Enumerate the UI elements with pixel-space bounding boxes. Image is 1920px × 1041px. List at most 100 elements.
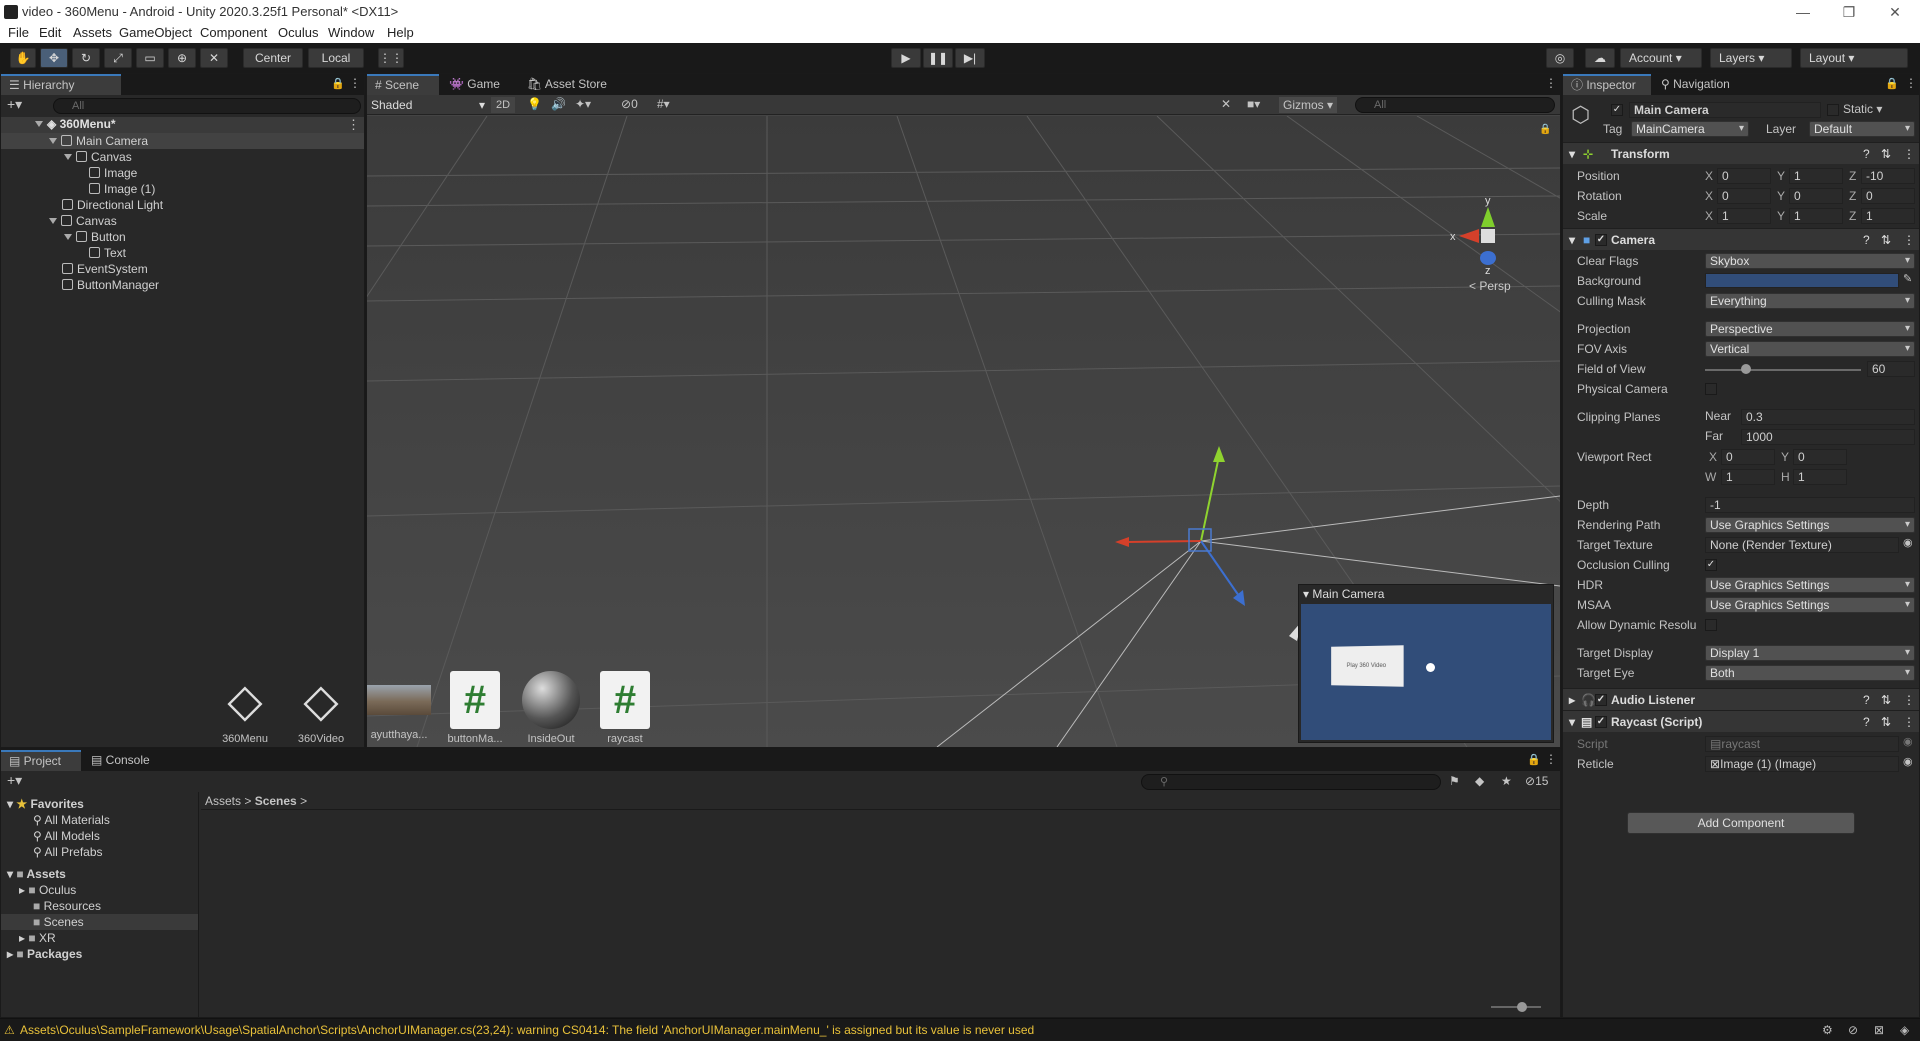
favorite-item[interactable]: ⚲ All Materials	[33, 812, 110, 828]
menu-window[interactable]: Window	[328, 25, 374, 40]
scene-row[interactable]: ◈ 360Menu* ⋮	[1, 117, 364, 133]
camera-header[interactable]: ▾ ■ ✓ Camera ? ⇅ ⋮	[1563, 228, 1919, 250]
maximize-button[interactable]: ❐	[1826, 0, 1872, 24]
x-axis-cone[interactable]	[1459, 229, 1479, 243]
z-axis-cone[interactable]	[1480, 251, 1496, 265]
kebab-menu-icon[interactable]: ⋮	[1545, 752, 1557, 766]
audio-icon[interactable]: 🔊	[551, 97, 566, 111]
folder-item[interactable]: ■ Scenes	[1, 914, 198, 930]
folder-item[interactable]: ▸ ■ XR	[19, 930, 56, 946]
add-component-button[interactable]: Add Component	[1627, 812, 1855, 834]
object-picker-icon[interactable]: ◉	[1903, 536, 1913, 549]
zoom-slider[interactable]	[1491, 1006, 1541, 1008]
hierarchy-item[interactable]: Button	[64, 229, 126, 245]
rect-tool-icon[interactable]: ▭	[136, 48, 164, 68]
step-button[interactable]: ▶|	[955, 48, 985, 68]
tab-project[interactable]: ▤ Project	[1, 750, 81, 771]
fov-axis-dropdown[interactable]: Vertical	[1705, 341, 1915, 357]
fov-field[interactable]: 60	[1867, 361, 1915, 377]
kebab-menu-icon[interactable]: ⋮	[1905, 76, 1917, 90]
asset-item[interactable]: InsideOut	[516, 671, 586, 745]
layout-dropdown[interactable]: Layout ▾	[1800, 48, 1908, 68]
hierarchy-item[interactable]: Canvas	[64, 149, 132, 165]
scale-z-field[interactable]: 1	[1861, 208, 1915, 224]
asset-item[interactable]: ◇ 360Video	[286, 671, 356, 745]
hierarchy-item[interactable]: Image (1)	[89, 181, 155, 197]
move-tool-icon[interactable]: ✥	[40, 48, 68, 68]
layer-dropdown[interactable]: Default	[1809, 121, 1915, 137]
audio-listener-checkbox[interactable]: ✓	[1595, 694, 1607, 706]
camera-icon[interactable]: ■▾	[1247, 97, 1260, 111]
project-search-input[interactable]: ⚲	[1141, 774, 1441, 790]
asset-item[interactable]: ayutthaya...	[364, 671, 434, 741]
presets-icon[interactable]: ⇅	[1881, 143, 1891, 165]
asset-item[interactable]: ◇ 360Menu	[210, 671, 280, 745]
occlusion-culling-checkbox[interactable]: ✓	[1705, 559, 1717, 571]
scale-y-field[interactable]: 1	[1789, 208, 1843, 224]
debug-icon[interactable]: ⚙	[1822, 1019, 1833, 1041]
viewport-y-field[interactable]: 0	[1793, 449, 1847, 465]
hierarchy-search-input[interactable]: All	[53, 98, 361, 114]
favorite-star-icon[interactable]: ★	[1501, 774, 1512, 788]
viewport-w-field[interactable]: 1	[1721, 469, 1775, 485]
hierarchy-item[interactable]: Canvas	[49, 213, 117, 229]
help-icon[interactable]: ?	[1863, 229, 1870, 251]
scale-x-field[interactable]: 1	[1717, 208, 1771, 224]
camera-enabled-checkbox[interactable]: ✓	[1595, 234, 1607, 246]
clear-flags-dropdown[interactable]: Skybox	[1705, 253, 1915, 269]
static-dropdown[interactable]: Static ▾	[1843, 102, 1882, 116]
folder-item[interactable]: ■ Resources	[33, 898, 101, 914]
projection-dropdown[interactable]: Perspective	[1705, 321, 1915, 337]
component-menu-icon[interactable]: ⋮	[1903, 229, 1915, 251]
help-icon[interactable]: ?	[1863, 711, 1870, 733]
rotate-tool-icon[interactable]: ↻	[72, 48, 100, 68]
breadcrumb-assets[interactable]: Assets	[205, 794, 241, 808]
close-button[interactable]: ✕	[1872, 0, 1918, 24]
status-bar[interactable]: ⚠ Assets\Oculus\SampleFramework\Usage\Sp…	[0, 1018, 1920, 1040]
depth-field[interactable]: -1	[1705, 497, 1915, 513]
culling-mask-dropdown[interactable]: Everything	[1705, 293, 1915, 309]
tab-console[interactable]: ▤ Console	[83, 750, 158, 771]
presets-icon[interactable]: ⇅	[1881, 229, 1891, 251]
cloud-icon[interactable]: ☁	[1585, 48, 1615, 68]
hierarchy-item[interactable]: EventSystem	[62, 261, 148, 277]
pause-button[interactable]: ❚❚	[923, 48, 953, 68]
folder-item[interactable]: ▸ ■ Oculus	[19, 882, 76, 898]
raycast-header[interactable]: ▾ ▤ ✓ Raycast (Script) ? ⇅ ⋮	[1563, 710, 1919, 732]
audio-listener-header[interactable]: ▸ 🎧 ✓ Audio Listener ? ⇅ ⋮	[1563, 688, 1919, 710]
background-color-swatch[interactable]	[1705, 273, 1899, 288]
zoom-slider-thumb[interactable]	[1517, 1002, 1527, 1012]
hierarchy-item[interactable]: ButtonManager	[62, 277, 159, 293]
static-checkbox[interactable]	[1827, 104, 1839, 116]
help-icon[interactable]: ?	[1863, 689, 1870, 711]
menu-oculus[interactable]: Oculus	[278, 25, 318, 40]
layers-dropdown[interactable]: Layers ▾	[1710, 48, 1792, 68]
orientation-gizmo[interactable]: y x z < Persp	[1447, 195, 1527, 293]
packages-row[interactable]: ▸ ■ Packages	[7, 946, 82, 962]
collab-icon[interactable]: ◎	[1546, 48, 1574, 68]
target-display-dropdown[interactable]: Display 1	[1705, 645, 1915, 661]
fov-slider-track[interactable]	[1705, 369, 1861, 371]
effects-icon[interactable]: ✦▾	[575, 97, 591, 111]
object-picker-icon[interactable]: ◉	[1903, 755, 1913, 768]
persp-label[interactable]: < Persp	[1469, 279, 1511, 293]
asset-item[interactable]: # raycast	[590, 671, 660, 745]
component-menu-icon[interactable]: ⋮	[1903, 711, 1915, 733]
presets-icon[interactable]: ⇅	[1881, 711, 1891, 733]
position-z-field[interactable]: -10	[1861, 168, 1915, 184]
near-field[interactable]: 0.3	[1741, 409, 1915, 425]
progress-icon[interactable]: ⊘	[1848, 1019, 1858, 1041]
favorites-row[interactable]: ▾ ★ Favorites	[7, 796, 84, 812]
active-checkbox[interactable]: ✓	[1611, 104, 1623, 116]
lock-icon[interactable]: 🔒	[1527, 753, 1541, 766]
lighting-icon[interactable]: 💡	[527, 97, 542, 111]
minimize-button[interactable]: —	[1780, 0, 1826, 24]
filter-type-icon[interactable]: ⚑	[1449, 774, 1460, 788]
rendering-path-dropdown[interactable]: Use Graphics Settings	[1705, 517, 1915, 533]
tools-icon[interactable]: ✕	[1221, 97, 1231, 111]
rotation-x-field[interactable]: 0	[1717, 188, 1771, 204]
fov-slider-thumb[interactable]	[1740, 364, 1751, 374]
pivot-center-button[interactable]: Center	[243, 48, 303, 68]
assets-row[interactable]: ▾ ■ Assets	[7, 866, 66, 882]
component-menu-icon[interactable]: ⋮	[1903, 689, 1915, 711]
